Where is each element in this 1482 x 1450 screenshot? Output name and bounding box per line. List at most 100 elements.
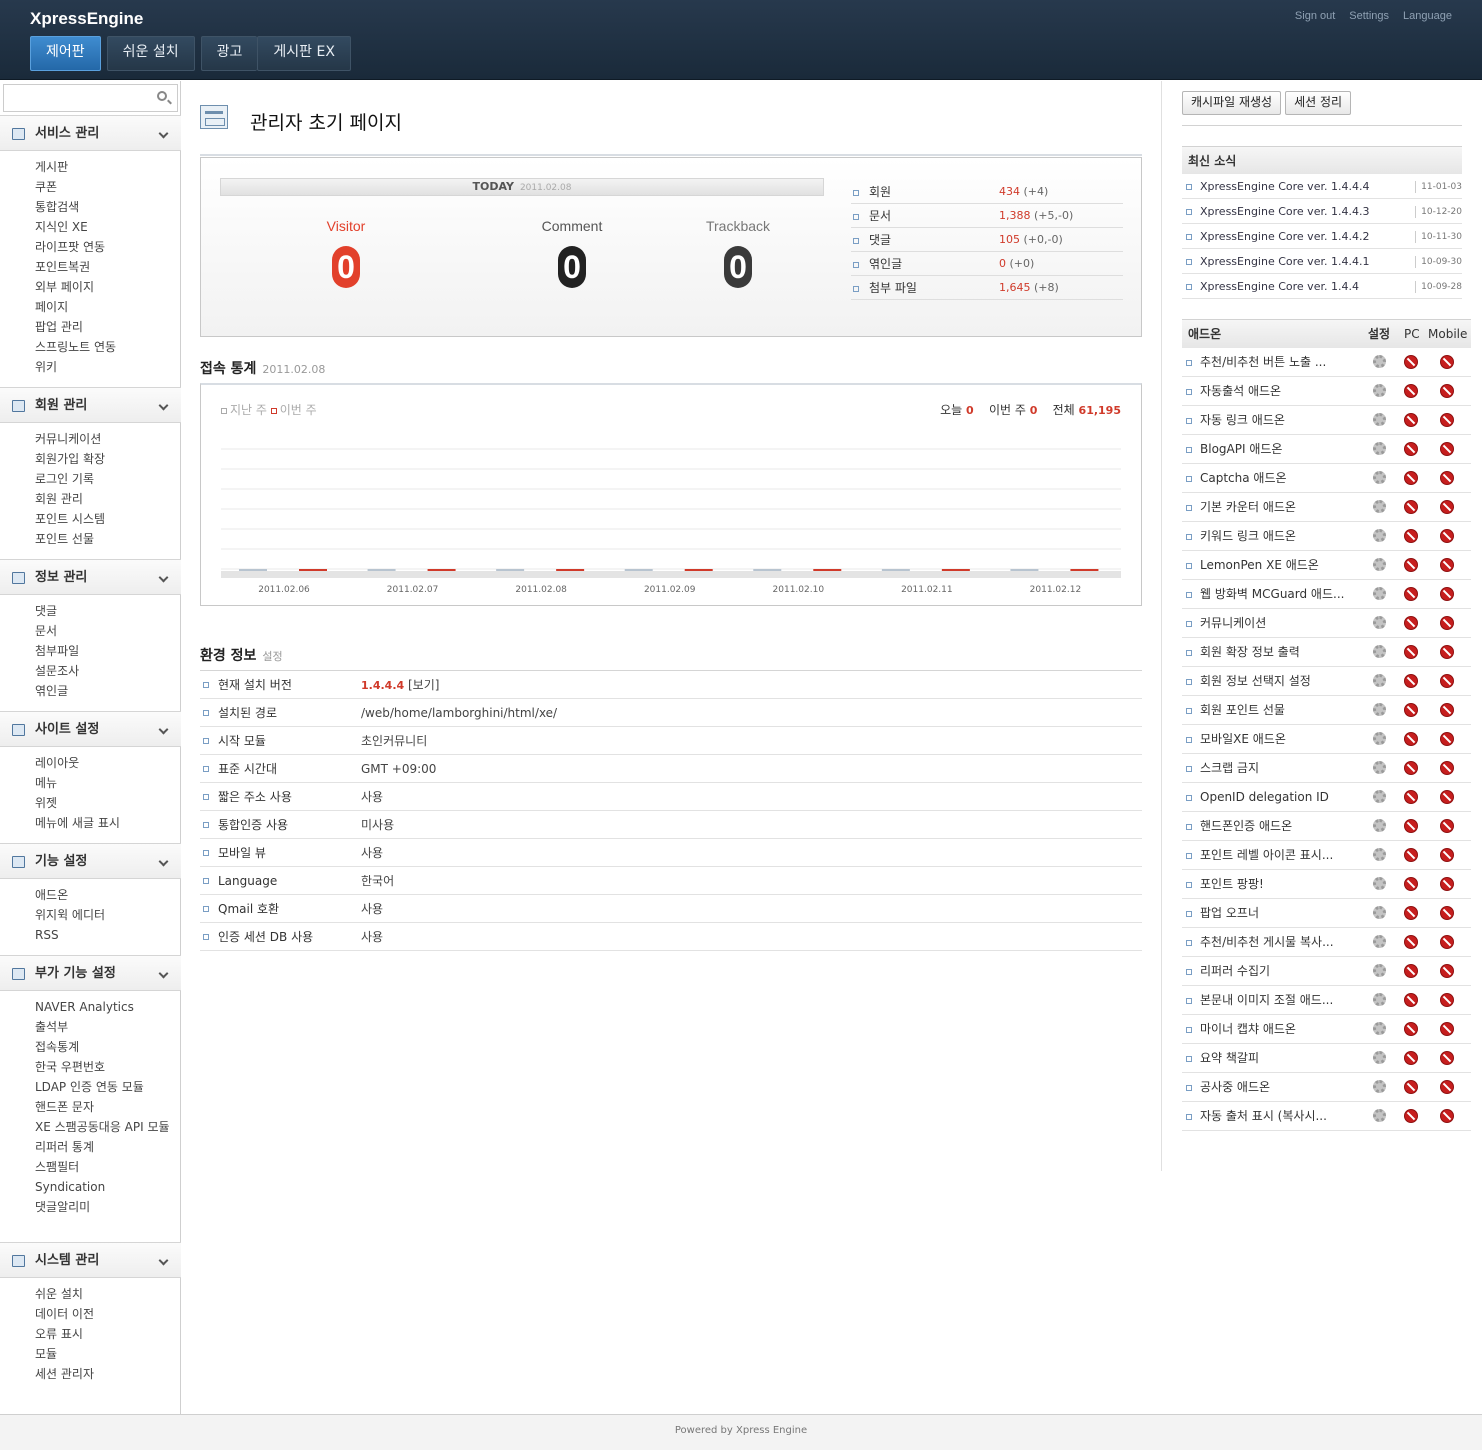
pc-disabled-icon[interactable] (1404, 442, 1418, 456)
news-item[interactable]: XpressEngine Core ver. 1.4.4 10-09-28 (1182, 274, 1462, 299)
sidebar-item[interactable]: 한국 우편번호 (35, 1057, 181, 1077)
chevron-down-icon[interactable] (158, 128, 169, 139)
sidebar-item[interactable]: 출석부 (35, 1017, 181, 1037)
pc-disabled-icon[interactable] (1404, 790, 1418, 804)
sidebar-item[interactable]: 포인트 선물 (35, 529, 181, 549)
gear-icon[interactable] (1373, 413, 1386, 426)
gear-icon[interactable] (1373, 993, 1386, 1006)
sidebar-section-header[interactable]: 사이트 설정 (0, 711, 181, 747)
news-item[interactable]: XpressEngine Core ver. 1.4.4.2 10-11-30 (1182, 224, 1462, 249)
mobile-disabled-icon[interactable] (1440, 1022, 1454, 1036)
regenerate-cache-button[interactable]: 캐시파일 재생성 (1182, 91, 1282, 115)
pc-disabled-icon[interactable] (1404, 761, 1418, 775)
mobile-disabled-icon[interactable] (1440, 384, 1454, 398)
language-link[interactable]: Language (1403, 10, 1452, 22)
mobile-disabled-icon[interactable] (1440, 848, 1454, 862)
mobile-disabled-icon[interactable] (1440, 703, 1454, 717)
pc-disabled-icon[interactable] (1404, 935, 1418, 949)
env-view-link[interactable]: [보기] (408, 678, 439, 692)
mobile-disabled-icon[interactable] (1440, 500, 1454, 514)
pc-disabled-icon[interactable] (1404, 703, 1418, 717)
pc-disabled-icon[interactable] (1404, 384, 1418, 398)
mobile-disabled-icon[interactable] (1440, 1080, 1454, 1094)
sign-out-link[interactable]: Sign out (1295, 10, 1335, 22)
pc-disabled-icon[interactable] (1404, 616, 1418, 630)
gear-icon[interactable] (1373, 355, 1386, 368)
pc-disabled-icon[interactable] (1404, 964, 1418, 978)
sidebar-item[interactable]: 애드온 (35, 885, 181, 905)
search-icon[interactable] (157, 91, 167, 101)
mobile-disabled-icon[interactable] (1440, 674, 1454, 688)
pc-disabled-icon[interactable] (1404, 993, 1418, 1007)
pc-disabled-icon[interactable] (1404, 645, 1418, 659)
news-item[interactable]: XpressEngine Core ver. 1.4.4.3 10-12-20 (1182, 199, 1462, 224)
gear-icon[interactable] (1373, 558, 1386, 571)
chevron-down-icon[interactable] (158, 400, 169, 411)
sidebar-section-header[interactable]: 부가 기능 설정 (0, 955, 181, 991)
sidebar-item[interactable]: 레이아웃 (35, 753, 181, 773)
pc-disabled-icon[interactable] (1404, 413, 1418, 427)
sidebar-item[interactable]: LDAP 인증 연동 모듈 (35, 1077, 181, 1097)
clear-session-button[interactable]: 세션 정리 (1285, 91, 1352, 115)
gear-icon[interactable] (1373, 848, 1386, 861)
pc-disabled-icon[interactable] (1404, 1051, 1418, 1065)
pc-disabled-icon[interactable] (1404, 848, 1418, 862)
sidebar-item[interactable]: Syndication (35, 1177, 181, 1197)
pc-disabled-icon[interactable] (1404, 1022, 1418, 1036)
sidebar-item[interactable]: 페이지 (35, 297, 181, 317)
logo[interactable]: XpressEngine (30, 9, 143, 29)
chevron-down-icon[interactable] (158, 1255, 169, 1266)
gear-icon[interactable] (1373, 1022, 1386, 1035)
sidebar-item[interactable]: 핸드폰 문자 (35, 1097, 181, 1117)
tab-board-ex[interactable]: 게시판 EX (257, 36, 351, 71)
gear-icon[interactable] (1373, 384, 1386, 397)
mobile-disabled-icon[interactable] (1440, 355, 1454, 369)
mobile-disabled-icon[interactable] (1440, 819, 1454, 833)
mobile-disabled-icon[interactable] (1440, 616, 1454, 630)
pc-disabled-icon[interactable] (1404, 471, 1418, 485)
mobile-disabled-icon[interactable] (1440, 993, 1454, 1007)
sidebar-item[interactable]: 게시판 (35, 157, 181, 177)
mobile-disabled-icon[interactable] (1440, 442, 1454, 456)
search-input[interactable] (4, 85, 149, 111)
sidebar-section-header[interactable]: 정보 관리 (0, 559, 181, 595)
sidebar-item[interactable]: 스프링노트 연동 (35, 337, 181, 357)
chevron-down-icon[interactable] (158, 856, 169, 867)
gear-icon[interactable] (1373, 500, 1386, 513)
sidebar-item[interactable]: 문서 (35, 621, 181, 641)
mobile-disabled-icon[interactable] (1440, 732, 1454, 746)
pc-disabled-icon[interactable] (1404, 732, 1418, 746)
sidebar-item[interactable]: 위젯 (35, 793, 181, 813)
news-title[interactable]: XpressEngine Core ver. 1.4.4 (1200, 280, 1359, 293)
gear-icon[interactable] (1373, 1080, 1386, 1093)
mobile-disabled-icon[interactable] (1440, 529, 1454, 543)
news-title[interactable]: XpressEngine Core ver. 1.4.4.3 (1200, 205, 1369, 218)
sidebar-item[interactable]: 모듈 (35, 1344, 181, 1364)
sidebar-section-header[interactable]: 시스템 관리 (0, 1242, 181, 1278)
gear-icon[interactable] (1373, 471, 1386, 484)
chevron-down-icon[interactable] (158, 724, 169, 735)
sidebar-item[interactable]: 첨부파일 (35, 641, 181, 661)
sidebar-item[interactable]: RSS (35, 925, 181, 945)
mobile-disabled-icon[interactable] (1440, 935, 1454, 949)
sidebar-item[interactable]: NAVER Analytics (35, 997, 181, 1017)
sidebar-item[interactable]: 회원 관리 (35, 489, 181, 509)
sidebar-item[interactable]: 쿠폰 (35, 177, 181, 197)
gear-icon[interactable] (1373, 877, 1386, 890)
gear-icon[interactable] (1373, 442, 1386, 455)
pc-disabled-icon[interactable] (1404, 529, 1418, 543)
sidebar-item[interactable]: 포인트 시스템 (35, 509, 181, 529)
gear-icon[interactable] (1373, 1109, 1386, 1122)
pc-disabled-icon[interactable] (1404, 877, 1418, 891)
mobile-disabled-icon[interactable] (1440, 877, 1454, 891)
tab-ads[interactable]: 광고 (200, 36, 258, 71)
settings-link[interactable]: Settings (1349, 10, 1389, 22)
pc-disabled-icon[interactable] (1404, 1080, 1418, 1094)
mobile-disabled-icon[interactable] (1440, 558, 1454, 572)
sidebar-item[interactable]: 엮인글 (35, 681, 181, 701)
sidebar-item[interactable]: 포인트복권 (35, 257, 181, 277)
sidebar-item[interactable]: 외부 페이지 (35, 277, 181, 297)
mobile-disabled-icon[interactable] (1440, 761, 1454, 775)
sidebar-item[interactable]: 접속통계 (35, 1037, 181, 1057)
sidebar-item[interactable]: 지식인 XE (35, 217, 181, 237)
